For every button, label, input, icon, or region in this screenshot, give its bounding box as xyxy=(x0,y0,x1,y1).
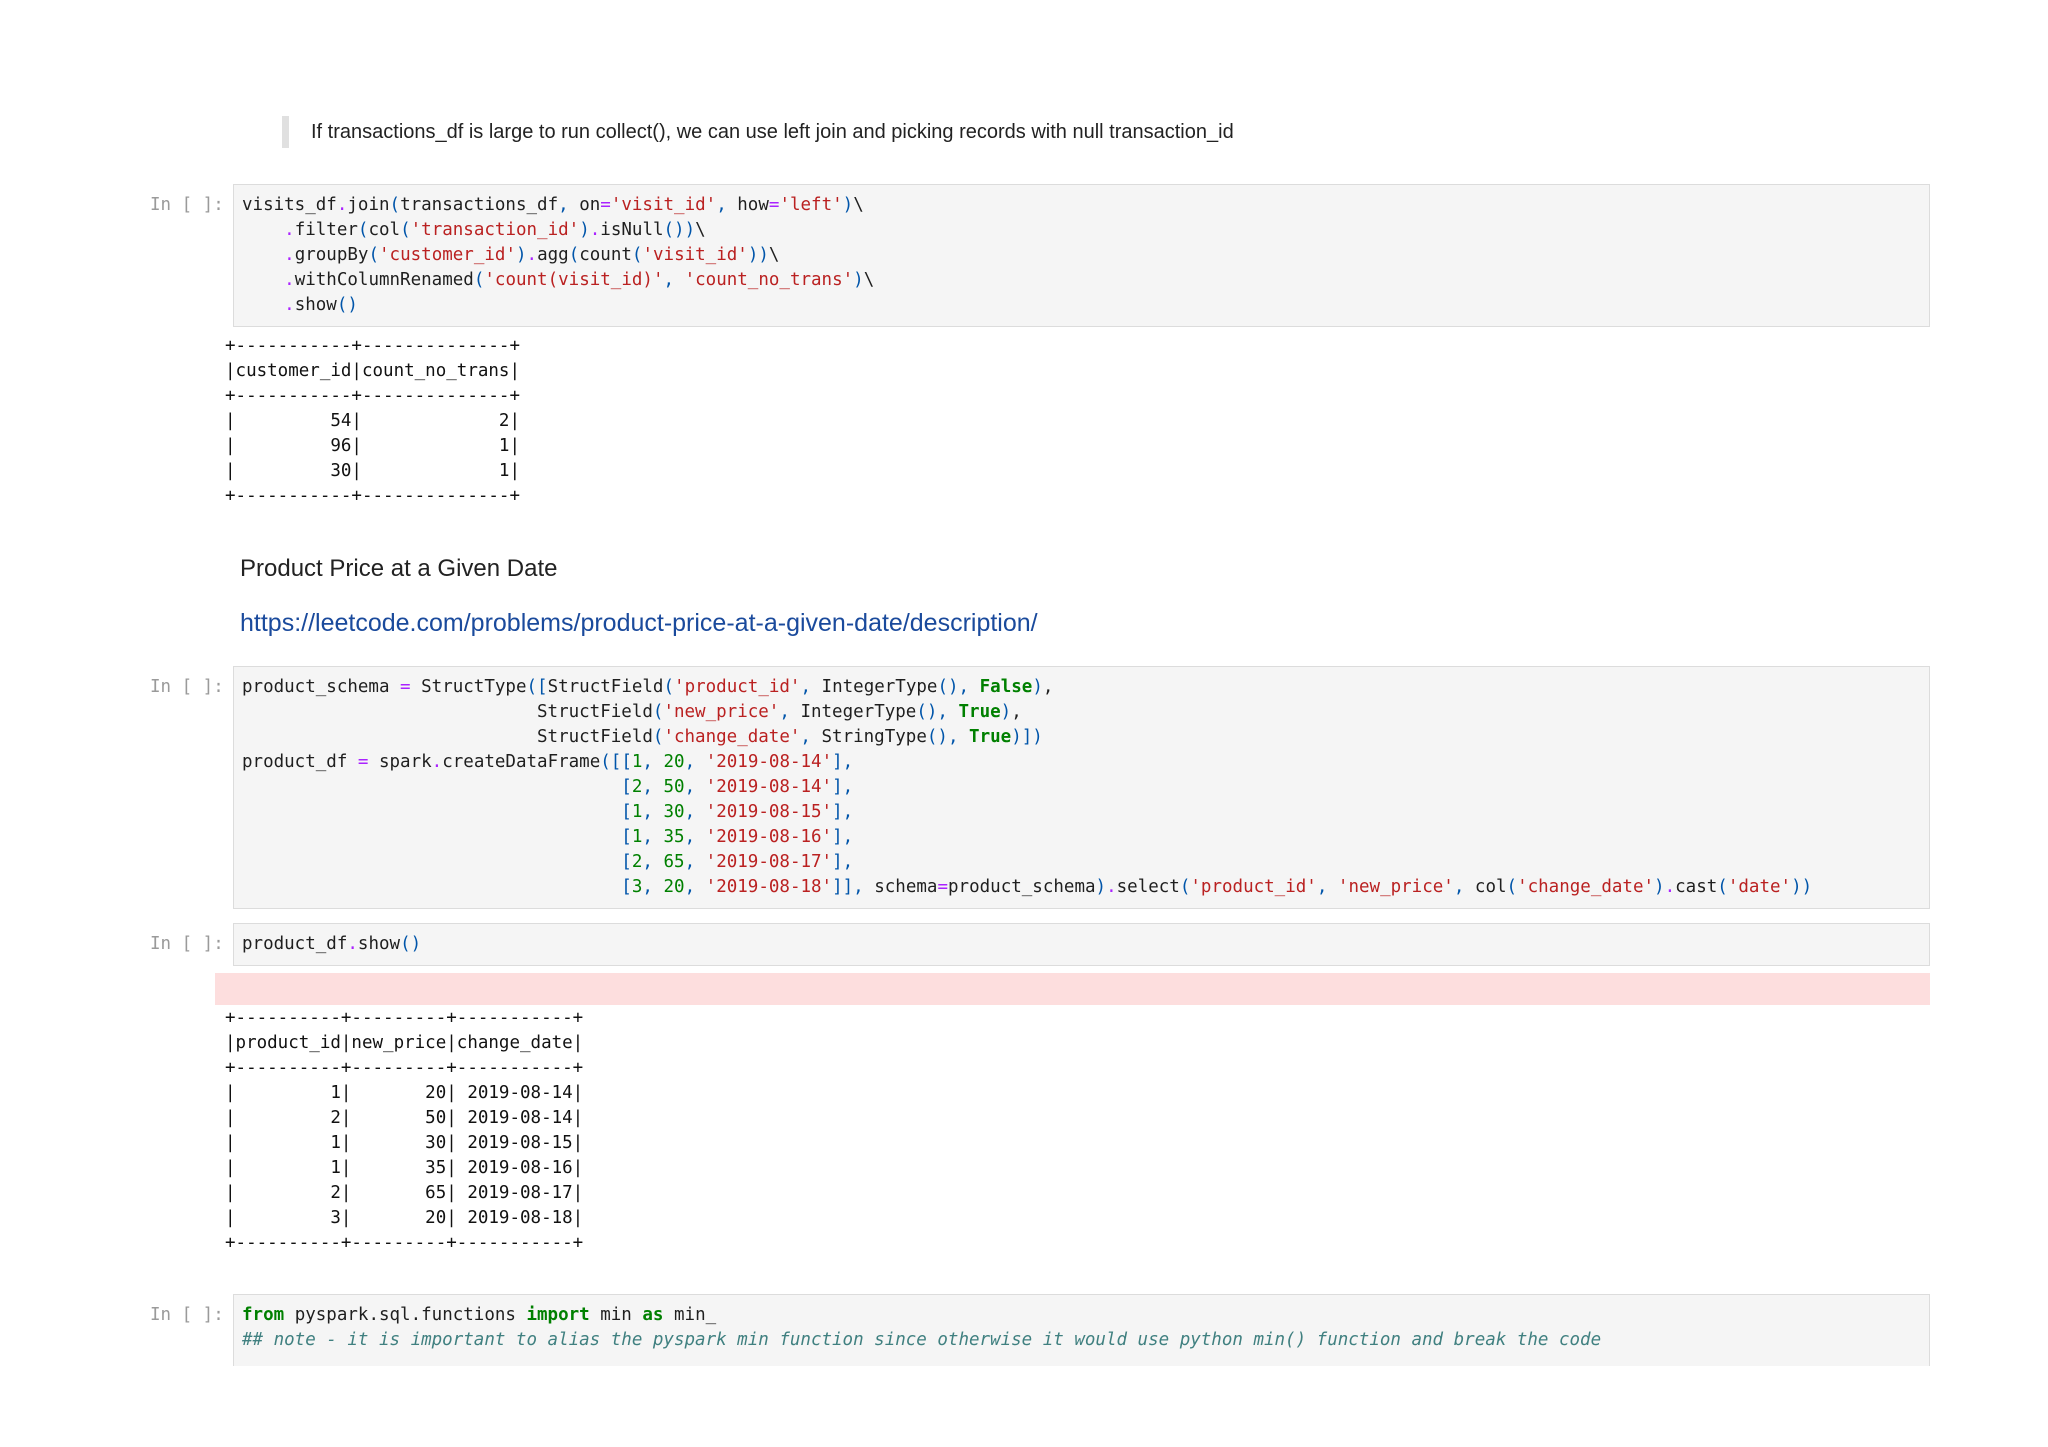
code-line: StructField('change_date', StringType(),… xyxy=(242,727,1043,747)
output-table-2: +----------+---------+-----------+ |produ… xyxy=(225,1006,583,1256)
code-line: .show() xyxy=(284,295,358,315)
output-row: +-----------+--------------+ xyxy=(225,386,521,406)
output-row: | 3| 20| 2019-08-18| xyxy=(225,1208,584,1228)
code-line: .withColumnRenamed('count(visit_id)', 'c… xyxy=(284,270,875,290)
output-row: +----------+---------+-----------+ xyxy=(225,1058,584,1078)
code-line: [1, 30, '2019-08-15'], xyxy=(621,802,854,822)
code-line: from pyspark.sql.functions import min as… xyxy=(242,1305,717,1325)
cell-prompt-1: In [ ]: xyxy=(150,195,224,215)
output-row: +-----------+--------------+ xyxy=(225,486,521,506)
code-line: product_schema = StructType([StructField… xyxy=(242,677,1054,697)
output-row: | 1| 35| 2019-08-16| xyxy=(225,1158,584,1178)
code-line: [2, 50, '2019-08-14'], xyxy=(621,777,854,797)
code-line: .groupBy('customer_id').agg(count('visit… xyxy=(284,245,780,265)
code-line: product_df = spark.createDataFrame([[1, … xyxy=(242,752,854,772)
code-line: [2, 65, '2019-08-17'], xyxy=(621,852,854,872)
code-line: [1, 35, '2019-08-16'], xyxy=(621,827,854,847)
markdown-note-text: If transactions_df is large to run colle… xyxy=(311,121,1234,143)
code-line: StructField('new_price', IntegerType(), … xyxy=(242,702,1022,722)
output-row: | 1| 20| 2019-08-14| xyxy=(225,1083,584,1103)
output-row: +-----------+--------------+ xyxy=(225,336,521,356)
output-table-1: +-----------+--------------+ |customer_id… xyxy=(225,334,520,509)
output-row: | 30| 1| xyxy=(225,461,521,481)
cell-prompt-4: In [ ]: xyxy=(150,1305,224,1325)
output-row: | 54| 2| xyxy=(225,411,521,431)
stderr-band xyxy=(215,973,1930,1005)
cell-prompt-2: In [ ]: xyxy=(150,677,224,697)
code-line: visits_df.join(transactions_df, on='visi… xyxy=(242,195,864,215)
output-row: | 2| 65| 2019-08-17| xyxy=(225,1183,584,1203)
code-cell-4[interactable]: from pyspark.sql.functions import min as… xyxy=(233,1294,1930,1366)
output-row: |product_id|new_price|change_date| xyxy=(225,1033,584,1053)
code-line: [3, 20, '2019-08-18']], schema=product_s… xyxy=(621,877,1813,897)
code-cell-3[interactable]: product_df.show() xyxy=(233,923,1930,966)
code-line: .filter(col('transaction_id').isNull())\ xyxy=(284,220,706,240)
problem-link[interactable]: https://leetcode.com/problems/product-pr… xyxy=(240,609,1038,638)
output-row: | 2| 50| 2019-08-14| xyxy=(225,1108,584,1128)
code-line: ## note - it is important to alias the p… xyxy=(242,1330,1602,1350)
code-line: product_df.show() xyxy=(242,934,422,954)
cell-prompt-3: In [ ]: xyxy=(150,934,224,954)
section-heading: Product Price at a Given Date xyxy=(240,555,558,582)
output-row: |customer_id|count_no_trans| xyxy=(225,361,521,381)
markdown-blockquote: If transactions_df is large to run colle… xyxy=(282,116,1234,148)
output-row: | 1| 30| 2019-08-15| xyxy=(225,1133,584,1153)
code-cell-1[interactable]: visits_df.join(transactions_df, on='visi… xyxy=(233,184,1930,327)
output-row: +----------+---------+-----------+ xyxy=(225,1233,584,1253)
output-row: +----------+---------+-----------+ xyxy=(225,1008,584,1028)
output-row: | 96| 1| xyxy=(225,436,521,456)
code-cell-2[interactable]: product_schema = StructType([StructField… xyxy=(233,666,1930,909)
